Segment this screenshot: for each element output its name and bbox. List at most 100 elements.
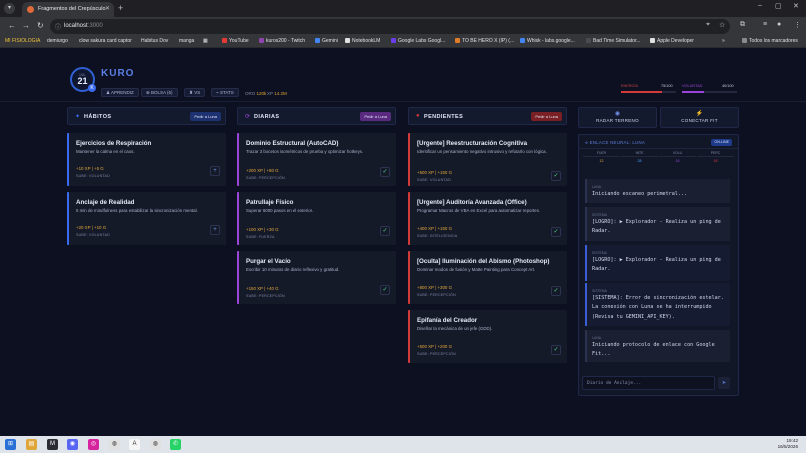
maximize-icon[interactable]: ▢: [775, 2, 782, 10]
more-bookmarks-icon[interactable]: »: [722, 38, 725, 44]
add-habit-button[interactable]: +: [210, 225, 220, 235]
tab-groups-icon[interactable]: ≡: [763, 21, 767, 28]
pedir-luna-button[interactable]: Pedir a Luna: [531, 112, 562, 121]
bookmark-item[interactable]: NotebookLM: [345, 38, 380, 44]
complete-todo-button[interactable]: ✓: [551, 286, 561, 296]
bookmark-item[interactable]: Apple Developer: [650, 38, 694, 44]
bookmark-item[interactable]: clow sakura card captor: [79, 38, 132, 44]
bookmark-item[interactable]: Bad Time Simulator...: [586, 38, 641, 44]
complete-todo-button[interactable]: ✓: [551, 171, 561, 181]
meter-inteligencia: INTE 28: [621, 151, 658, 163]
bookmark-item[interactable]: TO BE HERO X (IP) (...: [455, 38, 514, 44]
bookmark-item[interactable]: MI FISIOLOGIA: [5, 38, 40, 44]
card-reward: +20 XP | +10 G: [76, 225, 107, 230]
card-stat: SUBE: PERCEPCIÓN: [246, 294, 285, 298]
meter-percepcion: PERC 18: [697, 151, 734, 163]
pedir-luna-button[interactable]: Pedir a Luna: [190, 112, 221, 121]
complete-daily-button[interactable]: ✓: [380, 167, 390, 177]
bookmark-item[interactable]: Habitus Dov: [141, 38, 168, 44]
url-field[interactable]: ⓘ localhost:3000: [50, 19, 730, 34]
card-stat: SUBE: FUERZA: [246, 235, 275, 239]
all-bookmarks[interactable]: Todos los marcadores: [742, 38, 798, 44]
habit-card[interactable]: Anclaje de Realidad 5 min de mindfulness…: [67, 192, 226, 245]
new-tab-icon[interactable]: +: [118, 3, 123, 13]
complete-todo-button[interactable]: ✓: [551, 345, 561, 355]
system-clock[interactable]: 19:42 16/5/2026: [778, 438, 798, 450]
favicon-icon: [27, 6, 34, 13]
sparkle-icon: ✦: [75, 114, 81, 120]
daily-card[interactable]: Patrullaje Físico Superar 6000 pasos en …: [237, 192, 396, 245]
editor-icon[interactable]: A: [129, 439, 140, 450]
complete-daily-button[interactable]: ✓: [380, 285, 390, 295]
bookmark-item[interactable]: demiurgo: [47, 38, 68, 44]
browser-tab-strip: ▾ Fragmentos del Crepúsculo ✕ + – ▢ ✕: [0, 0, 806, 17]
bolsa-button[interactable]: ⊕ BOLSA (6): [141, 88, 178, 97]
repeat-icon: ⟳: [245, 114, 251, 120]
site-info-icon[interactable]: ⓘ: [55, 22, 61, 31]
todo-card[interactable]: [Oculta] Iluminación del Abismo (Photosh…: [408, 251, 567, 304]
close-window-icon[interactable]: ✕: [793, 2, 799, 10]
close-tab-icon[interactable]: ✕: [105, 5, 110, 12]
bookmark-item[interactable]: Google Labs Googl...: [391, 38, 445, 44]
terminal-title: ⟡ ENLACE NEURAL: LUNA: [585, 140, 646, 145]
level-avatar[interactable]: LVL 21 K: [70, 67, 96, 92]
aprendiz-button[interactable]: ♟ APRENDIZ: [101, 88, 139, 97]
pedir-luna-button[interactable]: Pedir a Luna: [360, 112, 391, 121]
instagram-icon[interactable]: ◎: [88, 439, 99, 450]
back-icon[interactable]: ←: [8, 21, 16, 30]
whatsapp-icon[interactable]: ✆: [170, 439, 181, 450]
log-entry: SISTEMA [LOGRO]: ▶ Explorador - Realiza …: [585, 207, 730, 241]
card-title: Anclaje de Realidad: [76, 199, 135, 206]
player-name: KURO: [101, 68, 135, 79]
send-icon[interactable]: ➤: [718, 377, 730, 389]
column-habitos: ✦ HÁBITOS Pedir a Luna Ejercicios de Res…: [67, 107, 226, 440]
card-reward: +150 XP | +40 G: [246, 286, 279, 291]
radar-icon: ◉: [614, 111, 621, 117]
add-habit-button[interactable]: +: [210, 166, 220, 176]
journal-input[interactable]: Diario de Anclaje...: [582, 376, 715, 390]
start-icon[interactable]: ⊞: [5, 439, 16, 450]
todo-card[interactable]: [Urgente] Reestructuración Cognitiva Ide…: [408, 133, 567, 186]
daily-card[interactable]: Purgar el Vacío Escribir 10 minutos de d…: [237, 251, 396, 304]
card-title: [Urgente] Auditoría Avanzada (Office): [417, 199, 527, 206]
daily-card[interactable]: Dominio Estructural (AutoCAD) Trazar 3 b…: [237, 133, 396, 186]
card-reward: +100 XP | +30 G: [246, 227, 279, 232]
habit-card[interactable]: Ejercicios de Respiración Mantener la ca…: [67, 133, 226, 186]
bookmark-item[interactable]: YouTube: [222, 38, 249, 44]
radar-button[interactable]: ◉ RADAR TERRENO: [578, 107, 657, 128]
bookmark-item[interactable]: Whisk - labs.google...: [520, 38, 575, 44]
todo-card[interactable]: [Urgente] Auditoría Avanzada (Office) Pr…: [408, 192, 567, 245]
tab-active[interactable]: Fragmentos del Crepúsculo ✕: [22, 2, 114, 17]
extensions-icon[interactable]: ⧉: [740, 21, 745, 29]
forward-icon[interactable]: →: [22, 21, 30, 30]
tab-search-icon[interactable]: ▾: [4, 3, 15, 14]
pendientes-header: ● PENDIENTES Pedir a Luna: [408, 107, 567, 125]
card-stat: SUBE: VOLUNTAD: [417, 178, 451, 182]
folder-icon[interactable]: ▤: [26, 439, 37, 450]
discord-icon[interactable]: ◉: [67, 439, 78, 450]
bookmark-item[interactable]: kuros200 - Twitch: [259, 38, 305, 44]
bookmark-item[interactable]: manga: [179, 38, 194, 44]
complete-todo-button[interactable]: ✓: [551, 227, 561, 237]
complete-daily-button[interactable]: ✓: [380, 226, 390, 236]
todo-card[interactable]: Epifanía del Creador Diseñar la mecánica…: [408, 310, 567, 363]
chrome-icon[interactable]: ◍: [109, 439, 120, 450]
vs-button[interactable]: ♜ VS: [184, 88, 206, 97]
bookmark-item[interactable]: Gemini: [315, 38, 338, 44]
card-stat: SUBE: INTELIGENCIA: [417, 234, 458, 238]
menu-icon[interactable]: ⋮: [794, 21, 801, 29]
log-entry: LUNA Iniciando escaneo perimetral...: [585, 179, 730, 203]
location-icon[interactable]: ⌖: [706, 21, 710, 29]
minimize-icon[interactable]: –: [758, 2, 762, 9]
chrome-alt-icon[interactable]: ◍: [150, 439, 161, 450]
reload-icon[interactable]: ↻: [37, 21, 44, 30]
stats-button[interactable]: ⌁ STATS: [211, 88, 239, 97]
connect-fit-button[interactable]: ⚡ CONECTAR FIT: [660, 107, 739, 128]
bookmark-star-icon[interactable]: ☆: [719, 21, 725, 29]
app-icon[interactable]: M: [47, 439, 58, 450]
card-desc: Dominar modos de fusión y Matte Painting…: [417, 267, 536, 272]
card-desc: Trazar 3 bocetos isométricos de prueba y…: [246, 149, 364, 154]
profile-icon[interactable]: ●: [777, 21, 781, 28]
url-host: localhost: [64, 23, 88, 29]
bookmark-folder-icon[interactable]: ▦: [203, 38, 208, 44]
